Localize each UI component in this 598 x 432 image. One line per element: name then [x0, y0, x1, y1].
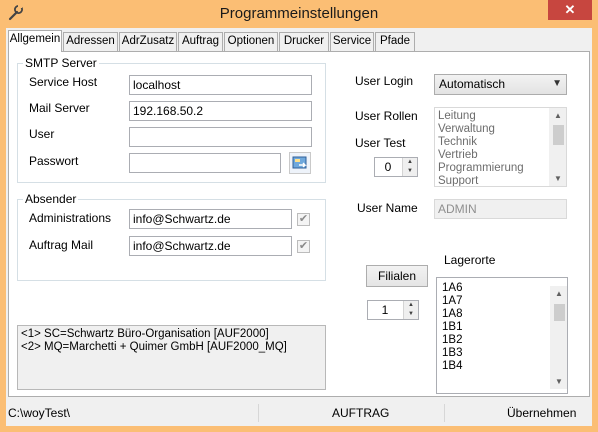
spin-down-icon[interactable]: ▼: [404, 310, 418, 319]
list-item[interactable]: 1B1: [439, 321, 567, 334]
status-divider: [258, 404, 259, 422]
user-label: User: [29, 127, 55, 141]
tab-drucker[interactable]: Drucker: [279, 32, 329, 51]
order-mail-label: Auftrag Mail: [29, 238, 94, 252]
admin-mail-field[interactable]: info@Schwartz.de: [129, 209, 292, 229]
apply-button[interactable]: Übernehmen: [507, 406, 576, 420]
order-mail-checkbox[interactable]: ✔: [297, 240, 310, 253]
user-test-spinner[interactable]: 0 ▲ ▼: [374, 157, 418, 177]
service-host-field[interactable]: localhost: [129, 75, 312, 95]
status-divider: [444, 404, 445, 422]
settings-window: Programmeinstellungen ✕ Allgemein Adress…: [0, 0, 598, 432]
mail-server-label: Mail Server: [29, 101, 90, 115]
list-item[interactable]: Verwaltung: [435, 123, 566, 136]
mail-server-field[interactable]: 192.168.50.2: [129, 101, 312, 121]
branches-button[interactable]: Filialen: [366, 265, 428, 287]
list-item[interactable]: 1B2: [439, 334, 567, 347]
chevron-down-icon: ▼: [552, 78, 562, 89]
sender-group-title: Absender: [23, 192, 79, 206]
list-item[interactable]: 1B4: [439, 360, 567, 373]
scroll-thumb[interactable]: [554, 304, 565, 321]
scroll-up-icon[interactable]: ▲: [551, 286, 567, 301]
tab-allgemein[interactable]: Allgemein: [8, 30, 62, 52]
password-label: Passwort: [29, 154, 79, 168]
client-area: Allgemein Adressen AdrZusatz Auftrag Opt…: [6, 28, 592, 426]
list-item[interactable]: 1A7: [439, 295, 567, 308]
tab-adressen[interactable]: Adressen: [63, 32, 118, 51]
list-item[interactable]: Technik: [435, 136, 566, 149]
list-item[interactable]: Support: [435, 175, 566, 186]
user-field[interactable]: [129, 127, 312, 147]
user-test-label: User Test: [355, 136, 406, 150]
smtp-group-title: SMTP Server: [23, 56, 99, 70]
spin-up-icon[interactable]: ▲: [403, 158, 417, 167]
spin-down-icon[interactable]: ▼: [403, 167, 417, 176]
spin-up-icon[interactable]: ▲: [404, 301, 418, 310]
password-field[interactable]: [129, 153, 281, 173]
list-item[interactable]: Programmierung: [435, 162, 566, 175]
branches-counter-value: 1: [381, 303, 389, 317]
user-roles-label: User Rollen: [355, 109, 418, 123]
branches-spinner[interactable]: 1 ▲ ▼: [367, 300, 419, 320]
tab-service[interactable]: Service: [330, 32, 374, 51]
storage-list[interactable]: 1A6 1A7 1A8 1B1 1B2 1B3 1B4 ▲ ▼: [436, 277, 568, 394]
window-title: Programmeinstellungen: [219, 5, 379, 22]
key-settings-icon[interactable]: [289, 152, 311, 174]
tab-adrzusatz[interactable]: AdrZusatz: [119, 32, 177, 51]
admin-mail-checkbox[interactable]: ✔: [297, 213, 310, 226]
list-item[interactable]: Leitung: [435, 110, 566, 123]
user-name-label: User Name: [357, 201, 418, 215]
user-test-value: 0: [384, 160, 392, 174]
tab-optionen[interactable]: Optionen: [224, 32, 278, 51]
scroll-down-icon[interactable]: ▼: [550, 171, 566, 186]
list-item[interactable]: 1A8: [439, 308, 567, 321]
title-bar[interactable]: Programmeinstellungen ✕: [0, 0, 598, 28]
scroll-thumb[interactable]: [553, 125, 564, 145]
close-button[interactable]: ✕: [548, 0, 592, 20]
scroll-down-icon[interactable]: ▼: [551, 374, 567, 389]
order-mail-field[interactable]: info@Schwartz.de: [129, 236, 292, 256]
user-login-value: Automatisch: [439, 77, 506, 91]
status-bar: C:\woyTest\ AUFTRAG Übernehmen: [6, 400, 592, 426]
status-path: C:\woyTest\: [8, 406, 71, 420]
user-roles-list[interactable]: Leitung Verwaltung Technik Vertrieb Prog…: [434, 107, 567, 187]
storage-scrollbar[interactable]: ▲ ▼: [550, 286, 567, 389]
admin-mail-label: Administrations: [29, 211, 112, 225]
tab-pfade[interactable]: Pfade: [375, 32, 415, 51]
user-name-field[interactable]: ADMIN: [434, 199, 567, 219]
tab-panel-allgemein: SMTP Server Service Host localhost Mail …: [8, 51, 590, 397]
list-item[interactable]: 1A6: [439, 282, 567, 295]
storage-label: Lagerorte: [444, 253, 496, 267]
user-login-dropdown[interactable]: Automatisch ▼: [434, 74, 567, 95]
scroll-up-icon[interactable]: ▲: [550, 108, 566, 123]
company-item[interactable]: <2> MQ=Marchetti + Quimer GmbH [AUF2000_…: [21, 341, 322, 354]
tab-auftrag[interactable]: Auftrag: [178, 32, 223, 51]
company-list[interactable]: <1> SC=Schwartz Büro-Organisation [AUF20…: [17, 325, 326, 390]
list-item[interactable]: Vertrieb: [435, 149, 566, 162]
list-item[interactable]: 1B3: [439, 347, 567, 360]
user-roles-scrollbar[interactable]: ▲ ▼: [549, 108, 566, 186]
company-item[interactable]: <1> SC=Schwartz Büro-Organisation [AUF20…: [21, 328, 322, 341]
status-mode: AUFTRAG: [332, 406, 390, 420]
user-login-label: User Login: [355, 74, 414, 88]
service-host-label: Service Host: [29, 75, 98, 89]
